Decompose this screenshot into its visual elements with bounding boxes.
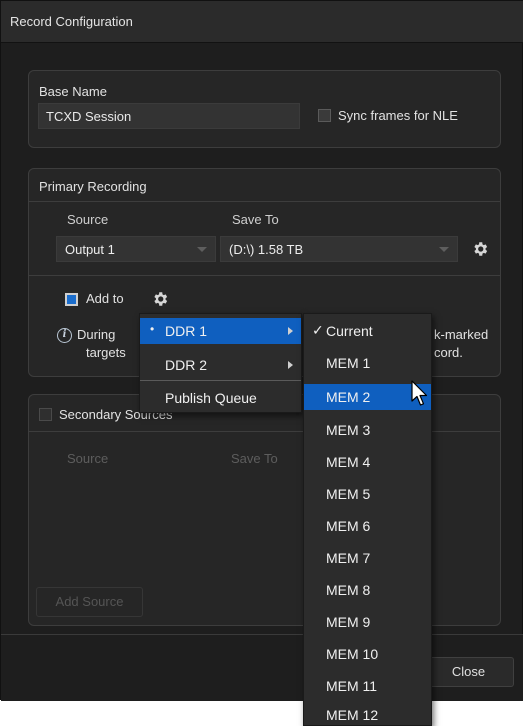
gear-icon[interactable]: [151, 290, 169, 308]
save-to-select-value: (D:\) 1.58 TB: [229, 242, 304, 257]
dialog-footer: Close: [1, 634, 523, 701]
title-bar[interactable]: Record Configuration: [1, 1, 523, 43]
add-to-checkbox[interactable]: [65, 293, 78, 306]
gear-icon[interactable]: [471, 240, 489, 258]
ddr1-submenu: ✓ Current MEM 1 MEM 2 MEM 3 MEM 4 MEM 5 …: [303, 313, 432, 726]
sync-frames-label: Sync frames for NLE: [338, 108, 458, 123]
submenu-item-mem1[interactable]: MEM 1: [304, 350, 431, 376]
submenu-item-mem5[interactable]: MEM 5: [304, 481, 431, 507]
add-to-label: Add to: [86, 291, 124, 306]
info-text-left-1: During: [77, 327, 116, 342]
source-select[interactable]: Output 1: [56, 236, 216, 262]
secondary-sources-checkbox[interactable]: [39, 408, 52, 421]
save-to-label: Save To: [232, 212, 279, 227]
info-text-left-2: targets: [86, 345, 126, 360]
menu-item-ddr1[interactable]: • DDR 1: [140, 318, 301, 344]
submenu-item-label: MEM 3: [326, 422, 371, 438]
source-select-value: Output 1: [65, 242, 115, 257]
menu-item-label: DDR 1: [165, 323, 208, 339]
submenu-item-label: MEM 2: [326, 389, 371, 405]
submenu-item-mem3[interactable]: MEM 3: [304, 417, 431, 443]
sync-frames-checkbox[interactable]: [318, 109, 331, 122]
primary-recording-title: Primary Recording: [39, 179, 147, 194]
submenu-item-label: MEM 12: [326, 707, 379, 723]
base-name-input[interactable]: TCXD Session: [38, 103, 300, 129]
submenu-item-label: MEM 6: [326, 518, 371, 534]
secondary-source-label: Source: [67, 451, 109, 466]
base-name-panel: Base Name TCXD Session Sync frames for N…: [28, 70, 501, 148]
primary-header-divider: [29, 201, 500, 202]
checkmark-icon: ✓: [312, 322, 324, 338]
save-to-select[interactable]: (D:\) 1.58 TB: [220, 236, 458, 262]
submenu-item-mem11[interactable]: MEM 11: [304, 673, 431, 699]
source-label: Source: [67, 212, 109, 227]
base-name-label: Base Name: [39, 84, 107, 99]
info-text-right-2: cord.: [434, 345, 463, 360]
submenu-item-label: MEM 11: [326, 678, 378, 694]
close-button[interactable]: Close: [423, 657, 514, 687]
info-text-right-1: k-marked: [434, 327, 489, 342]
chevron-right-icon: [288, 327, 293, 335]
submenu-item-label: MEM 9: [326, 614, 371, 630]
submenu-item-mem12[interactable]: MEM 12: [304, 702, 431, 726]
submenu-item-mem9[interactable]: MEM 9: [304, 609, 431, 635]
selected-bullet-icon: •: [150, 322, 155, 336]
info-icon: i: [57, 328, 72, 343]
chevron-down-icon: [197, 247, 207, 252]
submenu-item-mem6[interactable]: MEM 6: [304, 513, 431, 539]
add-source-button[interactable]: Add Source: [36, 587, 143, 617]
menu-item-label: Publish Queue: [165, 390, 257, 406]
submenu-item-label: MEM 1: [326, 355, 371, 371]
primary-mid-divider: [29, 275, 500, 276]
submenu-item-label: Current: [326, 323, 373, 339]
submenu-item-current[interactable]: ✓ Current: [304, 318, 431, 344]
chevron-down-icon: [439, 247, 449, 252]
chevron-right-icon: [288, 361, 293, 369]
submenu-item-label: MEM 10: [326, 646, 379, 662]
submenu-item-mem10[interactable]: MEM 10: [304, 641, 431, 667]
menu-separator: [140, 380, 301, 381]
add-to-target-menu: • DDR 1 DDR 2 Publish Queue: [139, 313, 302, 413]
submenu-item-label: MEM 7: [326, 550, 371, 566]
submenu-item-label: MEM 8: [326, 582, 371, 598]
menu-item-label: DDR 2: [165, 357, 208, 373]
submenu-item-mem8[interactable]: MEM 8: [304, 577, 431, 603]
submenu-item-label: MEM 4: [326, 454, 371, 470]
submenu-item-mem7[interactable]: MEM 7: [304, 545, 431, 571]
mouse-pointer-icon: [411, 380, 428, 406]
submenu-item-mem4[interactable]: MEM 4: [304, 449, 431, 475]
submenu-item-label: MEM 5: [326, 486, 371, 502]
menu-item-ddr2[interactable]: DDR 2: [140, 352, 301, 378]
menu-item-publish-queue[interactable]: Publish Queue: [140, 385, 301, 411]
window-title: Record Configuration: [10, 14, 133, 29]
secondary-save-to-label: Save To: [231, 451, 278, 466]
